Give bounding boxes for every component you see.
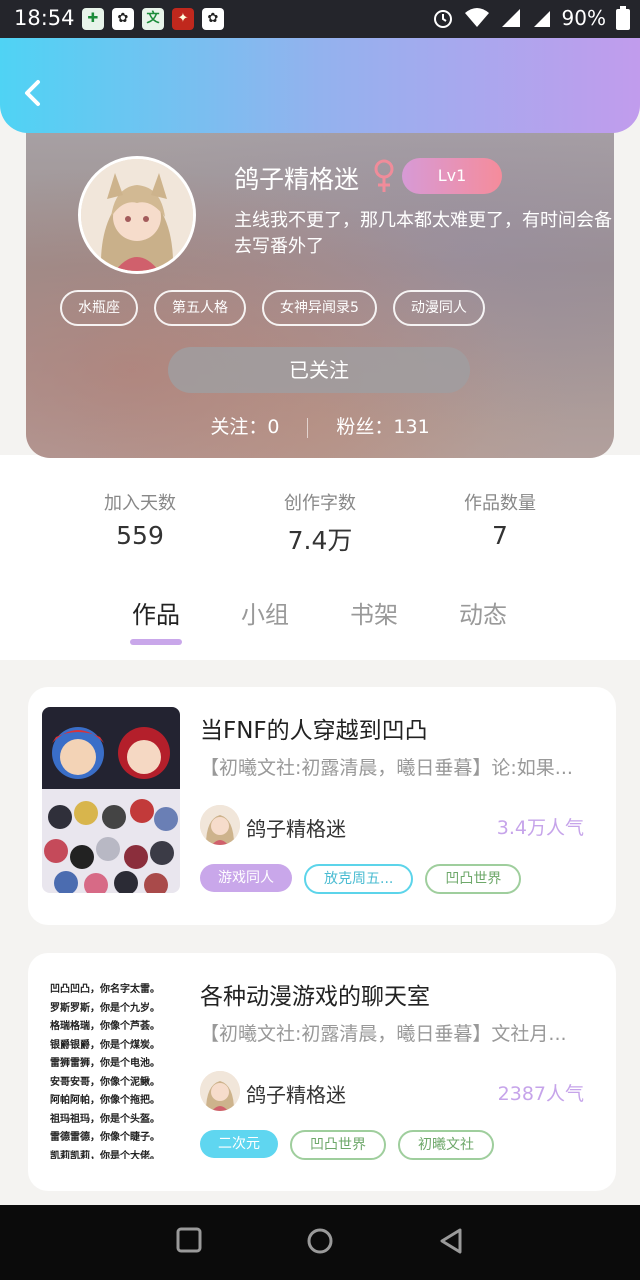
work-title: 当FNF的人穿越到凹凸 — [200, 718, 428, 744]
tab-activity[interactable]: 动态 — [459, 595, 507, 630]
cover-line: 罗斯罗斯，你是个九岁。 — [50, 1002, 160, 1014]
popularity-count: 3.4万人气 — [496, 817, 584, 839]
author-avatar — [200, 805, 240, 845]
news-app-icon: ✦ — [172, 8, 194, 30]
cover-line: 凹凸凹凸，你名字太雷。 — [50, 984, 160, 995]
user-nickname: 鸽子精格迷 — [234, 165, 360, 194]
stats-panel: 加入天数 559 创作字数 7.4万 作品数量 7 — [52, 455, 588, 581]
tab-groups[interactable]: 小组 — [241, 595, 289, 630]
notification-icons: ✚ ✿ 文 ✦ ✿ — [82, 8, 224, 30]
work-tags: 游戏同人 放克周五... 凹凸世界 — [200, 864, 522, 894]
status-bar: 18:54 ✚ ✿ 文 ✦ ✿ 90% — [0, 0, 640, 38]
stat-value: 7 — [492, 521, 508, 550]
work-tag[interactable]: 凹凸世界 — [425, 864, 522, 894]
profile-tag[interactable]: 第五人格 — [154, 290, 246, 326]
level-badge: Lv1 — [402, 158, 502, 194]
stat-value: 559 — [116, 521, 164, 550]
work-tag[interactable]: 游戏同人 — [200, 864, 292, 892]
follow-stats: 关注：0 粉丝：131 — [26, 412, 614, 439]
back-arrow-icon[interactable] — [18, 78, 48, 108]
wifi-icon — [464, 8, 489, 27]
profile-header — [0, 38, 640, 133]
signal-icon-2 — [533, 11, 550, 27]
work-cover-image[interactable]: 凹凸凹凸，你名字太雷。 罗斯罗斯，你是个九岁。 格瑞格瑞，你像个芦荟。 银爵银爵… — [42, 973, 180, 1159]
author-avatar — [200, 1071, 240, 1111]
cover-line: 银爵银爵，你是个煤炭。 — [50, 1039, 160, 1051]
author-name: 鸽子精格迷 — [246, 1083, 346, 1107]
work-description: 【初曦文社:初露清晨，曦日垂暮】论:如果... — [200, 757, 573, 779]
stat-value: 7.4万 — [287, 526, 353, 555]
tab-bookshelf[interactable]: 书架 — [350, 595, 398, 630]
baidu-paw-icon: ✿ — [112, 8, 134, 30]
system-nav-bar — [0, 1205, 640, 1280]
status-right: 90% — [432, 6, 630, 30]
stat-label: 作品数量 — [464, 493, 536, 514]
work-tag[interactable]: 凹凸世界 — [290, 1130, 386, 1160]
work-tag[interactable]: 二次元 — [200, 1130, 278, 1158]
work-card[interactable]: 凹凸凹凸，你名字太雷。 罗斯罗斯，你是个九岁。 格瑞格瑞，你像个芦荟。 银爵银爵… — [28, 953, 616, 1191]
tab-works[interactable]: 作品 — [132, 595, 180, 630]
cover-line: 凯莉凯莉，你是个大佬。 — [50, 1150, 160, 1160]
stat-label: 加入天数 — [104, 493, 176, 514]
baidu-paw-icon-2: ✿ — [202, 8, 224, 30]
divider — [307, 417, 309, 438]
cover-line: 阿帕阿帕，你像个拖把。 — [50, 1095, 160, 1106]
fnf-cover-art — [42, 707, 180, 893]
active-tab-indicator — [130, 639, 182, 645]
cover-line: 雷狮雷狮，你是个电池。 — [50, 1058, 160, 1069]
stat-label: 创作字数 — [284, 493, 356, 514]
profile-tag[interactable]: 女神异闻录5 — [262, 290, 377, 326]
stat-word-count: 创作字数 7.4万 — [240, 489, 400, 557]
alarm-icon — [433, 10, 452, 28]
user-avatar[interactable] — [78, 156, 196, 274]
work-cover-image[interactable] — [42, 707, 180, 893]
cover-line: 格瑞格瑞，你像个芦荟。 — [50, 1021, 160, 1032]
stat-join-days: 加入天数 559 — [60, 489, 220, 550]
avatar-illustration — [81, 159, 193, 271]
fans-count[interactable]: 粉丝：131 — [336, 416, 429, 438]
cover-text-block: 凹凸凹凸，你名字太雷。 罗斯罗斯，你是个九岁。 格瑞格瑞，你像个芦荟。 银爵银爵… — [42, 973, 180, 1159]
mobile-app-icon: ✚ — [82, 8, 104, 30]
work-card[interactable]: 当FNF的人穿越到凹凸 【初曦文社:初露清晨，曦日垂暮】论:如果... 鸽子精格… — [28, 687, 616, 925]
work-description: 【初曦文社:初露清晨，曦日垂暮】文社月... — [200, 1023, 567, 1045]
cover-line: 祖玛祖玛，你是个头盔。 — [50, 1113, 160, 1125]
profile-tag[interactable]: 水瓶座 — [60, 290, 138, 326]
recent-apps-icon[interactable] — [176, 1227, 202, 1253]
author-name: 鸽子精格迷 — [246, 817, 346, 841]
home-icon[interactable] — [306, 1227, 334, 1255]
female-icon — [374, 159, 394, 192]
profile-tag[interactable]: 动漫同人 — [392, 290, 485, 326]
work-tag[interactable]: 放克周五... — [304, 864, 414, 894]
user-bio: 主线我不更了，那几本都太难更了，有时间会备去写番外了 — [234, 210, 612, 257]
battery-text: 90% — [561, 6, 606, 30]
follow-button[interactable]: 已关注 — [168, 347, 470, 393]
work-tag[interactable]: 初曦文社 — [398, 1130, 494, 1160]
following-count[interactable]: 关注：0 — [210, 416, 279, 438]
profile-card: 鸽子精格迷 Lv1 主线我不更了，那几本都太难更了，有时间会备去写番外了 水瓶座… — [26, 110, 614, 458]
work-title: 各种动漫游戏的聊天室 — [200, 984, 430, 1010]
wen-app-icon: 文 — [142, 8, 164, 30]
battery-icon — [616, 6, 630, 30]
cover-line: 安哥安哥，你像个泥鳅。 — [50, 1076, 160, 1088]
back-triangle-icon[interactable] — [438, 1227, 464, 1255]
profile-tags: 水瓶座 第五人格 女神异闻录5 动漫同人 — [60, 290, 485, 326]
work-tags: 二次元 凹凸世界 初曦文社 — [200, 1130, 494, 1160]
popularity-count: 2387人气 — [497, 1083, 584, 1105]
stat-works-count: 作品数量 7 — [420, 489, 580, 550]
cover-line: 雷德雷德，你像个睫子。 — [50, 1132, 160, 1143]
signal-icon — [501, 9, 520, 27]
status-time: 18:54 — [14, 6, 75, 30]
